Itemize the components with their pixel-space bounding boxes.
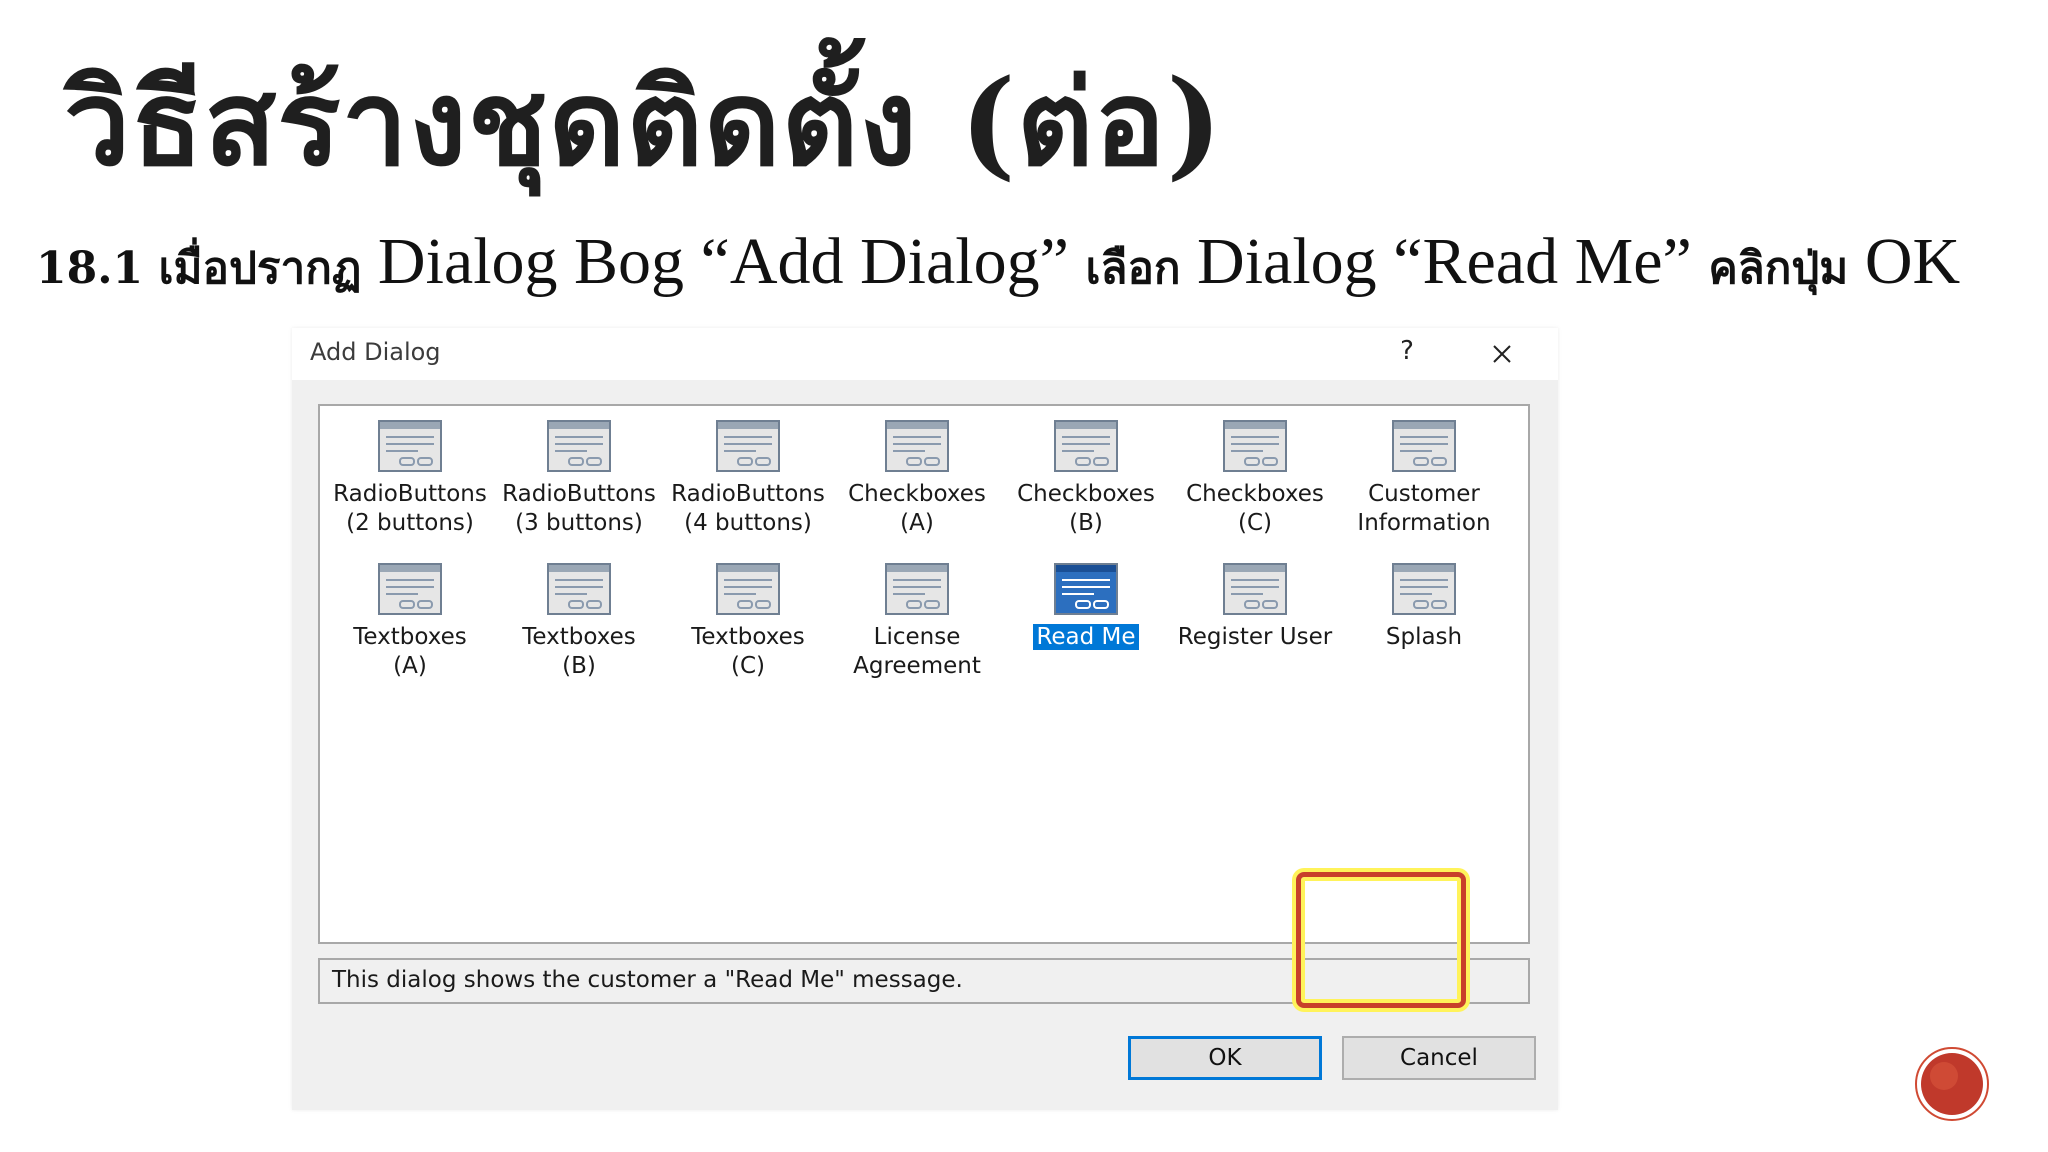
template-item[interactable]: Checkboxes (A)	[833, 412, 1001, 548]
subtitle-en-3: OK	[1848, 225, 1961, 298]
slide-subtitle: 18.1 เมื่อปรากฏ Dialog Bog “Add Dialog” …	[36, 222, 1960, 301]
template-label: Customer Information	[1357, 481, 1491, 536]
subtitle-en-1: Dialog Bog “Add Dialog”	[361, 225, 1086, 298]
subtitle-thai-2: เลือก	[1085, 243, 1181, 294]
template-label: Checkboxes (C)	[1186, 481, 1324, 536]
dialog-template-list[interactable]: RadioButtons (2 buttons) RadioButtons (3 …	[318, 404, 1530, 944]
template-item[interactable]: RadioButtons (4 buttons)	[664, 412, 832, 548]
help-icon[interactable]: ?	[1392, 336, 1422, 370]
template-label: Splash	[1385, 624, 1463, 650]
template-item[interactable]: RadioButtons (2 buttons)	[326, 412, 494, 548]
template-label: Textboxes (C)	[691, 624, 805, 679]
dialog-template-icon	[885, 563, 949, 615]
dialog-template-icon	[885, 420, 949, 472]
subtitle-thai-3: คลิกปุ่ม	[1708, 243, 1849, 294]
add-dialog-window: Add Dialog ? RadioButtons (2 buttons) Rad…	[292, 328, 1558, 1110]
template-item[interactable]: Textboxes (B)	[495, 555, 663, 691]
template-label: Read Me	[1002, 623, 1170, 652]
subtitle-thai-1: เมื่อปรากฏ	[158, 243, 362, 294]
dialog-template-icon	[1054, 420, 1118, 472]
template-label: Textboxes (A)	[353, 624, 467, 679]
cancel-button[interactable]: Cancel	[1342, 1036, 1536, 1080]
template-label: Register User	[1177, 624, 1333, 650]
dialog-template-icon	[1223, 563, 1287, 615]
slide-title: วิธีสร้างชุดติดตั้ง (ต่อ)	[64, 53, 1224, 192]
subtitle-en-2: Dialog “Read Me”	[1180, 225, 1709, 298]
dialog-template-icon	[1392, 563, 1456, 615]
dialog-template-icon	[716, 420, 780, 472]
template-item[interactable]: Customer Information	[1340, 412, 1508, 548]
dialog-template-icon	[716, 563, 780, 615]
template-label: Checkboxes (A)	[848, 481, 986, 536]
template-item[interactable]: Textboxes (C)	[664, 555, 832, 691]
template-label: License Agreement	[853, 624, 981, 679]
dialog-titlebar[interactable]: Add Dialog ?	[292, 328, 1558, 380]
template-label: RadioButtons (4 buttons)	[671, 481, 825, 536]
template-item[interactable]: Register User	[1171, 555, 1339, 691]
dialog-template-icon	[378, 563, 442, 615]
dialog-template-icon	[547, 420, 611, 472]
slide-accent-circle	[1915, 1047, 1989, 1121]
template-item[interactable]: Checkboxes (C)	[1171, 412, 1339, 548]
read-me-highlight-annotation	[1296, 872, 1466, 1008]
dialog-template-icon	[1223, 420, 1287, 472]
dialog-template-icon	[378, 420, 442, 472]
template-item[interactable]: Splash	[1340, 555, 1508, 691]
template-label: RadioButtons (2 buttons)	[333, 481, 487, 536]
template-item[interactable]: RadioButtons (3 buttons)	[495, 412, 663, 548]
dialog-template-icon	[1392, 420, 1456, 472]
template-item[interactable]: Textboxes (A)	[326, 555, 494, 691]
template-label: RadioButtons (3 buttons)	[502, 481, 656, 536]
dialog-title: Add Dialog	[310, 338, 441, 366]
template-item[interactable]: Checkboxes (B)	[1002, 412, 1170, 548]
subtitle-step-number: 18.1	[36, 243, 159, 294]
close-icon[interactable]	[1484, 336, 1520, 372]
template-item[interactable]: License Agreement	[833, 555, 1001, 691]
ok-button[interactable]: OK	[1128, 1036, 1322, 1080]
dialog-template-icon	[1054, 563, 1118, 615]
template-label: Textboxes (B)	[522, 624, 636, 679]
dialog-template-icon	[547, 563, 611, 615]
template-item[interactable]: Read Me	[1002, 555, 1170, 691]
template-label: Checkboxes (B)	[1017, 481, 1155, 536]
